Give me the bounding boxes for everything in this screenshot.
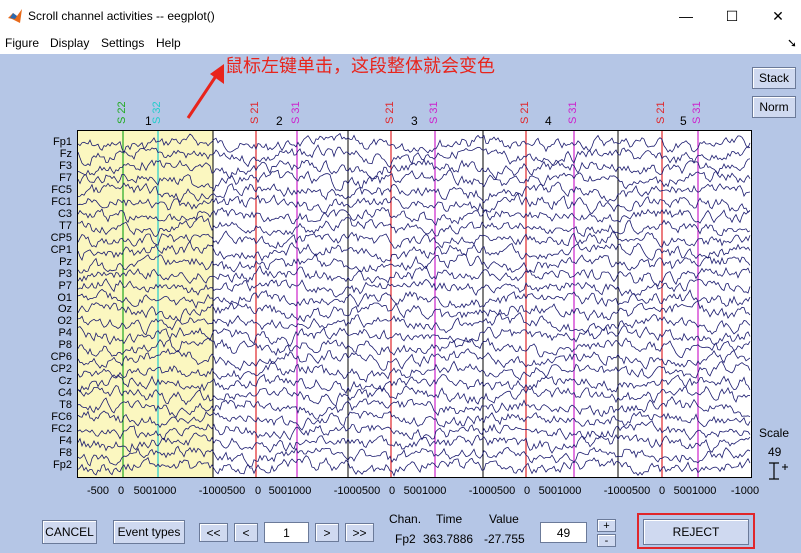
event-label: S 31 — [290, 101, 302, 124]
channel-label: F8 — [59, 447, 72, 460]
scale-label: Scale — [759, 426, 790, 440]
chan-label: Chan. — [389, 512, 422, 526]
x-tick-label: 0 — [658, 485, 666, 497]
channel-label: F3 — [59, 159, 72, 172]
menu-help[interactable]: Help — [156, 36, 181, 50]
channel-label: Cz — [58, 375, 72, 388]
channel-label: C4 — [57, 387, 72, 400]
annotation-arrow-icon — [186, 64, 224, 119]
x-tick-label: -500 — [86, 485, 110, 497]
epoch-number: 5 — [680, 114, 687, 128]
channel-label: Fp2 — [53, 459, 72, 471]
channel-label: O1 — [57, 291, 72, 304]
menu-display[interactable]: Display — [50, 36, 89, 50]
last-page-button[interactable]: >> — [345, 523, 374, 542]
x-tick-label: -1000 — [730, 485, 760, 497]
channel-label: Pz — [59, 255, 72, 268]
time-label: Time — [436, 512, 463, 526]
eeg-plot-area[interactable] — [77, 130, 752, 478]
x-tick-label: 0 — [388, 485, 396, 497]
event-label: S 21 — [519, 101, 531, 124]
channel-label: P3 — [58, 267, 72, 280]
channel-label: Fp1 — [53, 136, 72, 148]
event-label: S 21 — [655, 101, 667, 124]
channel-label: F4 — [59, 435, 72, 448]
maximize-button[interactable]: ☐ — [709, 0, 755, 32]
prev-page-button[interactable]: < — [234, 523, 258, 542]
x-tick-label: -1000500 — [333, 485, 381, 497]
channel-label: C3 — [57, 207, 72, 220]
epoch-number: 1 — [145, 114, 152, 128]
channel-label: FC5 — [51, 183, 72, 196]
x-tick-label: 0 — [523, 485, 531, 497]
x-tick-label: 0 — [254, 485, 262, 497]
channel-label: CP2 — [50, 363, 72, 376]
next-page-button[interactable]: > — [315, 523, 339, 542]
x-tick-label: 5001000 — [673, 485, 717, 497]
x-tick-label: -1000500 — [198, 485, 246, 497]
event-label: S 31 — [691, 101, 703, 124]
x-tick-label: 5001000 — [403, 485, 447, 497]
norm-button[interactable]: Norm — [752, 96, 796, 118]
matlab-icon — [8, 9, 22, 23]
channel-label: CP5 — [50, 231, 72, 244]
scale-input[interactable]: 49 — [540, 522, 587, 543]
x-tick-label: -1000500 — [603, 485, 651, 497]
event-types-button[interactable]: Event types — [113, 520, 185, 544]
channel-label: O2 — [57, 315, 72, 328]
channel-label: T8 — [59, 399, 72, 412]
x-tick-label: 5001000 — [538, 485, 582, 497]
scale-value: 49 — [768, 445, 782, 459]
channel-label: FC1 — [51, 195, 72, 208]
eeg-traces[interactable] — [77, 131, 751, 477]
channel-label: T7 — [59, 219, 72, 232]
cancel-button[interactable]: CANCEL — [42, 520, 97, 544]
channel-label: CP1 — [50, 243, 72, 256]
event-label: S 32 — [151, 101, 163, 124]
channel-label: FC6 — [51, 411, 72, 424]
menu-settings[interactable]: Settings — [101, 36, 144, 50]
epoch-number: 4 — [545, 114, 552, 128]
annotation-text: 鼠标左键单击，这段整体就会变色 — [225, 56, 495, 77]
close-button[interactable]: ✕ — [755, 0, 801, 32]
channel-label: Oz — [57, 303, 72, 316]
toolbar-overflow-icon[interactable]: ➘ — [787, 36, 797, 50]
channel-label: Fz — [59, 147, 72, 160]
scale-decrease-button[interactable]: - — [597, 534, 616, 547]
x-tick-label: 0 — [117, 485, 125, 497]
channel-label: P7 — [58, 279, 72, 292]
event-label: S 31 — [567, 101, 579, 124]
menu-figure[interactable]: Figure — [5, 36, 39, 50]
value-readout: -27.755 — [484, 532, 525, 546]
chan-readout: Fp2 — [395, 532, 416, 546]
x-tick-label: 5001000 — [133, 485, 177, 497]
x-tick-label: -1000500 — [468, 485, 516, 497]
stack-button[interactable]: Stack — [752, 67, 796, 89]
event-label: S 31 — [428, 101, 440, 124]
epoch-number: 3 — [411, 114, 418, 128]
channel-label: P8 — [58, 339, 72, 352]
scale-bar-icon — [769, 462, 788, 480]
x-tick-label: 5001000 — [268, 485, 312, 497]
value-label: Value — [489, 512, 519, 526]
event-label: S 21 — [384, 101, 396, 124]
event-label: S 22 — [116, 101, 128, 124]
scale-increase-button[interactable]: + — [597, 519, 616, 532]
event-label: S 21 — [249, 101, 261, 124]
window-title: Scroll channel activities -- eegplot() — [28, 9, 215, 23]
time-readout: 363.7886 — [423, 532, 474, 546]
channel-label: P4 — [58, 327, 72, 340]
page-input[interactable]: 1 — [264, 522, 309, 543]
epoch-number: 2 — [276, 114, 283, 128]
reject-button[interactable]: REJECT — [643, 519, 749, 545]
first-page-button[interactable]: << — [199, 523, 228, 542]
channel-label: CP6 — [50, 351, 72, 364]
channel-label: F7 — [59, 171, 72, 184]
channel-label: FC2 — [51, 423, 72, 436]
minimize-button[interactable]: — — [663, 0, 709, 32]
